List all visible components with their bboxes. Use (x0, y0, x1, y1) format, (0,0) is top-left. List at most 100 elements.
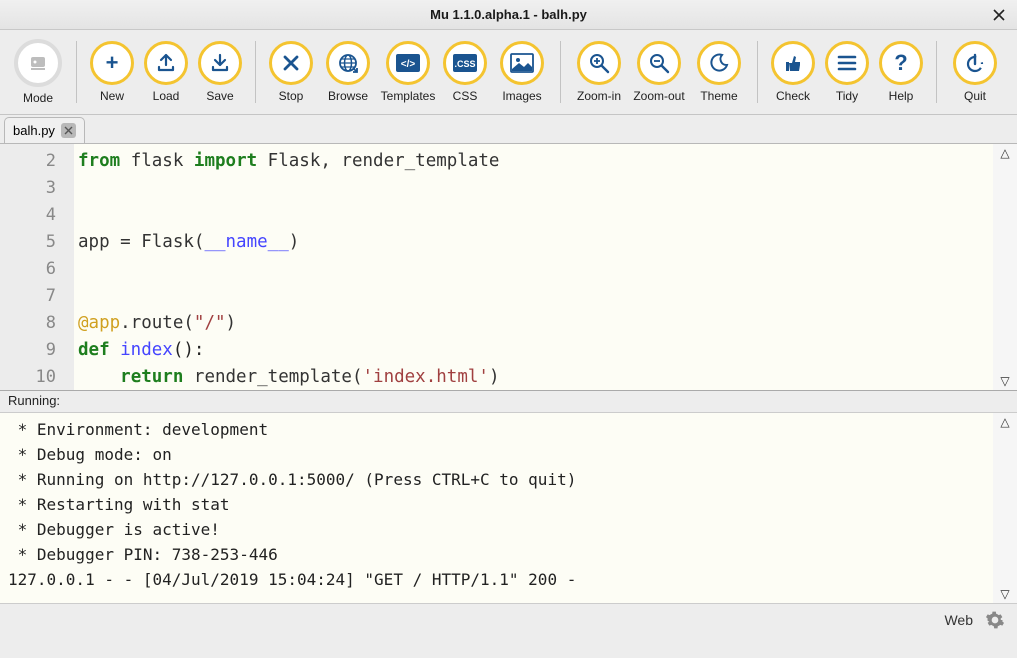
mode-button[interactable]: Mode (8, 32, 68, 112)
line-number: 2 (4, 148, 56, 175)
toolbar-separator (560, 41, 561, 103)
code-token: __name__ (204, 232, 288, 252)
toolbar-separator (76, 41, 77, 103)
line-number: 3 (4, 175, 56, 202)
mode-label: Mode (23, 91, 53, 105)
editor-scrollbar[interactable]: △ ▽ (993, 144, 1017, 390)
mode-icon (26, 51, 50, 75)
console-output[interactable]: * Environment: development * Debug mode:… (0, 413, 993, 603)
toolbar: Mode + New Load Save Stop Browse </> Tem… (0, 30, 1017, 115)
image-icon (510, 53, 534, 73)
power-icon (964, 52, 986, 74)
help-label: Help (889, 89, 914, 103)
globe-icon (336, 51, 360, 75)
tidy-label: Tidy (836, 89, 858, 103)
new-button[interactable]: + New (85, 32, 139, 112)
images-label: Images (502, 89, 541, 103)
console-line: * Debug mode: on (8, 442, 985, 467)
code-token: import (194, 151, 257, 171)
code-token (78, 367, 120, 387)
line-number: 7 (4, 283, 56, 310)
code-token: render_template( (183, 367, 362, 387)
status-mode: Web (944, 612, 973, 628)
svg-text:.CSS: .CSS (454, 59, 475, 69)
browse-button[interactable]: Browse (318, 32, 378, 112)
css-button[interactable]: .CSS CSS (438, 32, 492, 112)
code-token: "/" (194, 313, 226, 333)
toolbar-separator (757, 41, 758, 103)
line-number: 9 (4, 337, 56, 364)
code-token: from (78, 151, 120, 171)
gear-icon[interactable] (985, 610, 1005, 630)
code-token: Flask, render_template (257, 151, 499, 171)
close-icon (64, 126, 73, 135)
code-token: flask (120, 151, 194, 171)
zoom-out-icon (648, 52, 670, 74)
window-title: Mu 1.1.0.alpha.1 - balh.py (430, 7, 587, 22)
code-token: ) (226, 313, 237, 333)
help-button[interactable]: ? Help (874, 32, 928, 112)
code-token: ) (489, 367, 500, 387)
scroll-down-icon[interactable]: ▽ (1000, 374, 1009, 388)
tab-label: balh.py (13, 123, 55, 138)
line-number: 5 (4, 229, 56, 256)
check-label: Check (776, 89, 810, 103)
toolbar-separator (936, 41, 937, 103)
console-line: * Running on http://127.0.0.1:5000/ (Pre… (8, 467, 985, 492)
question-icon: ? (894, 50, 907, 76)
theme-button[interactable]: Theme (689, 32, 749, 112)
save-button[interactable]: Save (193, 32, 247, 112)
code-icon: </> (395, 53, 421, 73)
code-token: .route( (120, 313, 194, 333)
console-line: * Debugger is active! (8, 517, 985, 542)
console-panel: * Environment: development * Debug mode:… (0, 413, 1017, 603)
templates-button[interactable]: </> Templates (378, 32, 438, 112)
zoom-in-icon (588, 52, 610, 74)
theme-label: Theme (700, 89, 737, 103)
code-token: index (110, 340, 173, 360)
tab-bar: balh.py (0, 115, 1017, 143)
tidy-button[interactable]: Tidy (820, 32, 874, 112)
running-panel-label: Running: (0, 391, 1017, 413)
stop-button[interactable]: Stop (264, 32, 318, 112)
line-number: 6 (4, 256, 56, 283)
tab-close-button[interactable] (61, 123, 76, 138)
upload-icon (155, 52, 177, 74)
code-token: def (78, 340, 110, 360)
zoom-out-label: Zoom-out (633, 89, 684, 103)
svg-text:</>: </> (401, 59, 416, 70)
quit-button[interactable]: Quit (945, 32, 1005, 112)
quit-label: Quit (964, 89, 986, 103)
scroll-down-icon[interactable]: ▽ (1000, 587, 1009, 601)
code-editor[interactable]: 2 3 4 5 6 7 8 9 10 from flask import Fla… (0, 143, 1017, 391)
load-button[interactable]: Load (139, 32, 193, 112)
save-label: Save (206, 89, 233, 103)
menu-icon (837, 55, 857, 71)
plus-icon: + (106, 50, 119, 76)
code-token: app = Flask( (78, 232, 204, 252)
line-number: 8 (4, 310, 56, 337)
css-label: CSS (453, 89, 478, 103)
line-gutter: 2 3 4 5 6 7 8 9 10 (0, 144, 74, 390)
stop-icon (281, 53, 301, 73)
console-line: * Debugger PIN: 738-253-446 (8, 542, 985, 567)
console-scrollbar[interactable]: △ ▽ (993, 413, 1017, 603)
line-number: 4 (4, 202, 56, 229)
thumbs-up-icon (783, 53, 803, 73)
images-button[interactable]: Images (492, 32, 552, 112)
toolbar-separator (255, 41, 256, 103)
check-button[interactable]: Check (766, 32, 820, 112)
console-line: 127.0.0.1 - - [04/Jul/2019 15:04:24] "GE… (8, 567, 985, 592)
code-token: (): (173, 340, 205, 360)
tab-balh[interactable]: balh.py (4, 117, 85, 143)
templates-label: Templates (381, 89, 436, 103)
css-icon: .CSS (452, 53, 478, 73)
title-bar: Mu 1.1.0.alpha.1 - balh.py (0, 0, 1017, 30)
zoom-in-button[interactable]: Zoom-in (569, 32, 629, 112)
zoom-out-button[interactable]: Zoom-out (629, 32, 689, 112)
scroll-up-icon[interactable]: △ (1000, 146, 1009, 160)
scroll-up-icon[interactable]: △ (1000, 415, 1009, 429)
code-token: ) (289, 232, 300, 252)
code-content[interactable]: from flask import Flask, render_template… (74, 144, 993, 390)
window-close-button[interactable] (989, 5, 1009, 25)
